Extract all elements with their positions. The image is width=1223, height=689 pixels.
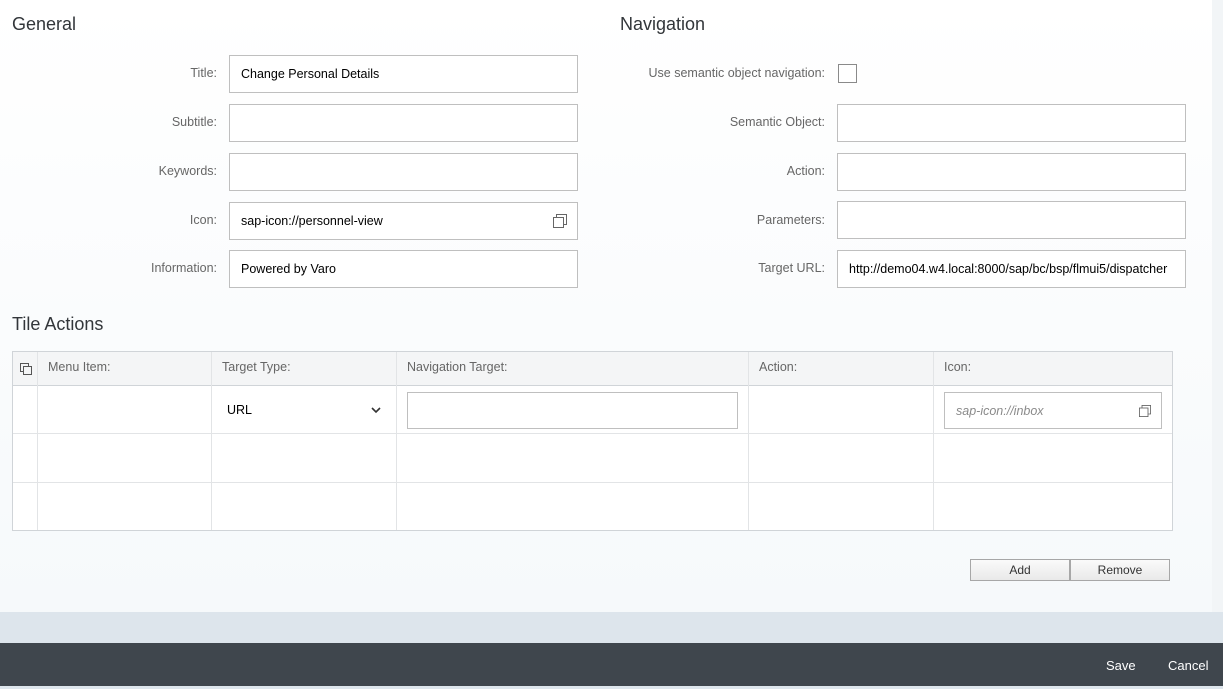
subtitle-input[interactable] bbox=[229, 104, 578, 142]
row-divider bbox=[13, 482, 1172, 483]
col-header-navigation-target: Navigation Target: bbox=[407, 360, 508, 374]
icon-input-value: sap-icon://personnel-view bbox=[241, 214, 383, 228]
value-help-icon[interactable] bbox=[1139, 405, 1151, 417]
target-url-label: Target URL: bbox=[758, 261, 825, 275]
add-button[interactable]: Add bbox=[970, 559, 1070, 581]
col-divider bbox=[933, 352, 934, 530]
target-type-value: URL bbox=[227, 403, 253, 417]
information-label: Information: bbox=[150, 261, 217, 275]
col-divider bbox=[37, 352, 38, 530]
icon-input[interactable]: sap-icon://personnel-view bbox=[229, 202, 578, 240]
action-input[interactable] bbox=[837, 153, 1186, 191]
scroll-strip bbox=[1212, 0, 1223, 612]
footer-bar: Save Cancel bbox=[0, 643, 1223, 686]
semantic-nav-checkbox[interactable] bbox=[838, 64, 857, 83]
row-icon-input[interactable]: sap-icon://inbox bbox=[944, 392, 1162, 429]
table-header: Menu Item: Target Type: Navigation Targe… bbox=[13, 352, 1172, 386]
col-divider bbox=[396, 352, 397, 530]
parameters-label: Parameters: bbox=[756, 213, 825, 227]
col-header-target-type: Target Type: bbox=[222, 360, 291, 374]
semantic-nav-label: Use semantic object navigation: bbox=[648, 66, 825, 80]
keywords-input[interactable] bbox=[229, 153, 578, 191]
general-section-title: General bbox=[12, 14, 77, 34]
keywords-label: Keywords: bbox=[158, 164, 217, 178]
col-divider bbox=[211, 352, 212, 530]
icon-label: Icon: bbox=[189, 213, 217, 227]
copy-rows-icon[interactable] bbox=[20, 363, 32, 375]
target-type-select[interactable]: URL bbox=[212, 386, 396, 433]
navigation-section-title: Navigation bbox=[620, 14, 706, 34]
target-url-input[interactable]: http://demo04.w4.local:8000/sap/bc/bsp/f… bbox=[837, 250, 1186, 288]
row-divider bbox=[13, 433, 1172, 434]
value-help-icon[interactable] bbox=[553, 214, 567, 228]
tile-actions-table: Menu Item: Target Type: Navigation Targe… bbox=[12, 351, 1173, 531]
action-label: Action: bbox=[786, 164, 825, 178]
navigation-target-input[interactable] bbox=[407, 392, 738, 429]
chevron-down-icon bbox=[371, 407, 381, 414]
parameters-input[interactable] bbox=[837, 201, 1186, 239]
semantic-object-input[interactable] bbox=[837, 104, 1186, 142]
tile-actions-title: Tile Actions bbox=[12, 314, 104, 334]
remove-button[interactable]: Remove bbox=[1070, 559, 1170, 581]
col-divider bbox=[748, 352, 749, 530]
subtitle-label: Subtitle: bbox=[171, 115, 217, 129]
save-button[interactable]: Save bbox=[1106, 643, 1136, 686]
title-input[interactable]: Change Personal Details bbox=[229, 55, 578, 93]
col-header-action: Action: bbox=[759, 360, 798, 374]
row-icon-placeholder: sap-icon://inbox bbox=[956, 404, 1044, 418]
title-label: Title: bbox=[190, 66, 217, 80]
col-header-menu-item: Menu Item: bbox=[48, 360, 111, 374]
cancel-button[interactable]: Cancel bbox=[1168, 643, 1208, 686]
information-input[interactable]: Powered by Varo bbox=[229, 250, 578, 288]
semantic-object-label: Semantic Object: bbox=[729, 115, 825, 129]
col-header-icon: Icon: bbox=[944, 360, 972, 374]
